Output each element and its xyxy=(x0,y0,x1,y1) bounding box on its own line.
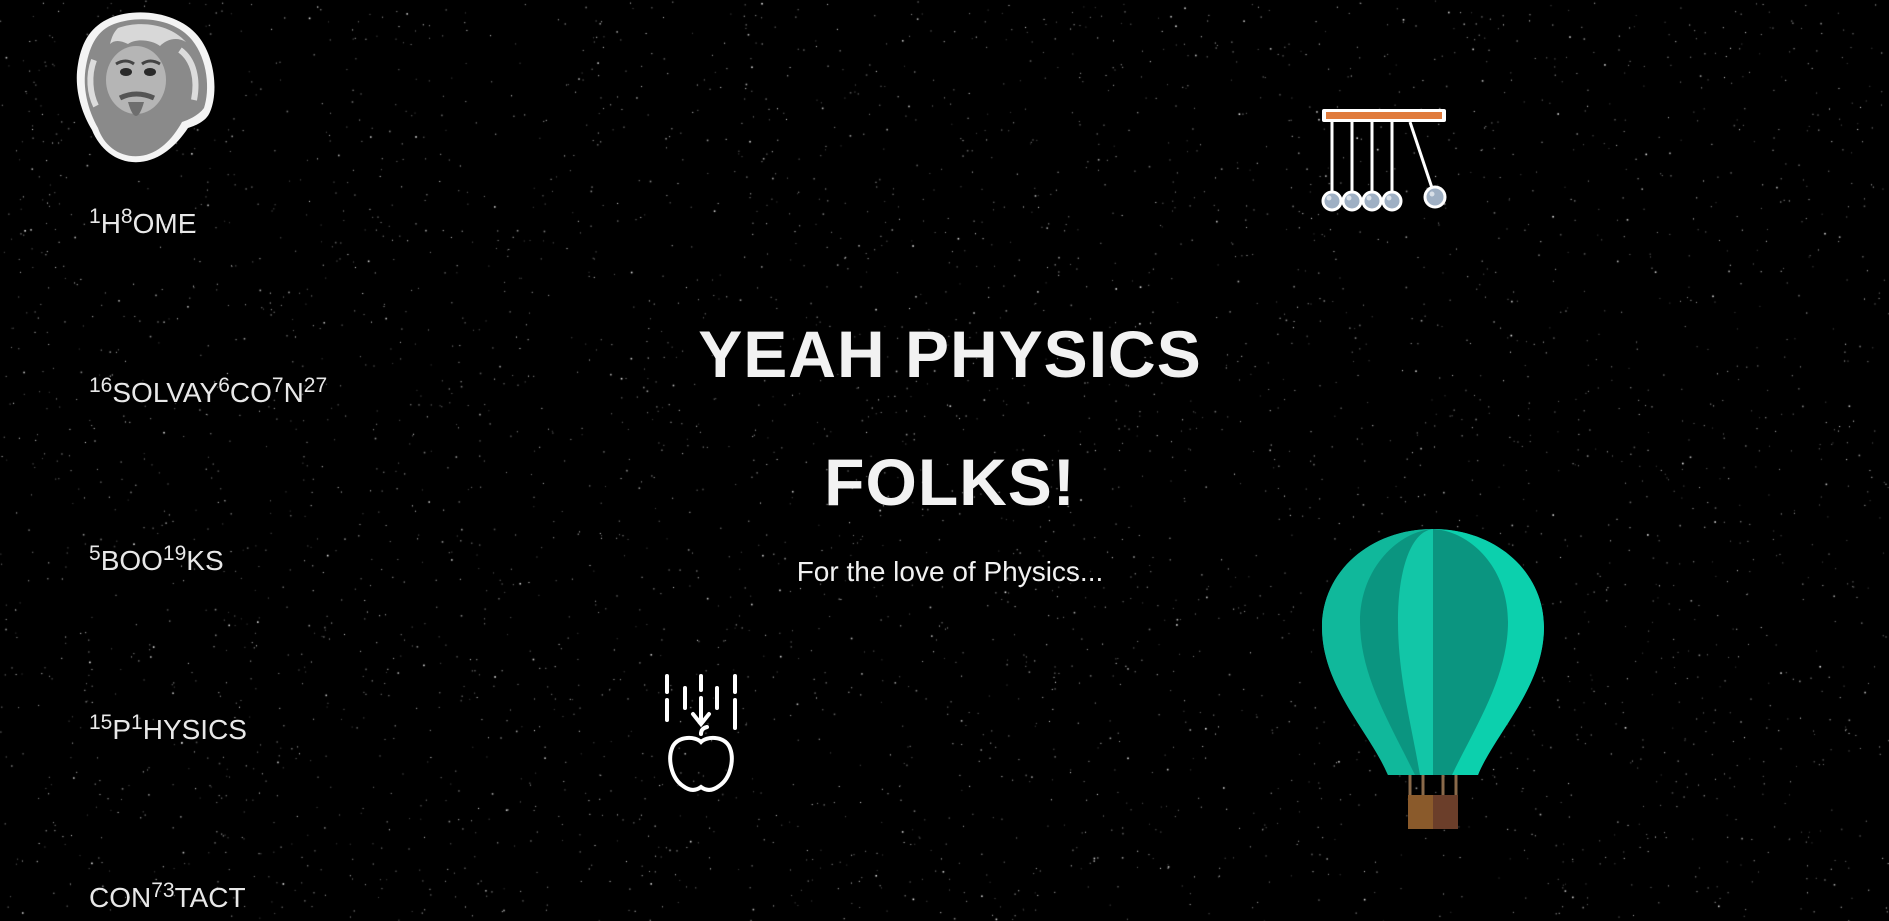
nav-home-sup-2: 8 xyxy=(120,205,133,228)
nav-solvay-sup-1: 16 xyxy=(89,374,113,397)
nav-contact-text-1: CON xyxy=(89,882,152,913)
nav-home-text-1: H xyxy=(100,208,121,239)
falling-apple-icon xyxy=(665,674,737,792)
einstein-portrait[interactable] xyxy=(70,10,220,165)
nav-solvay-sup-2: 6 xyxy=(218,374,230,397)
page: 1H8OME 16SOLVAY6CO7N27 5BOO19KS 15P1HYSI… xyxy=(0,0,1889,921)
nav-solvay-sup-3: 7 xyxy=(271,374,284,397)
hero-title: YEAH PHYSICS FOLKS! xyxy=(698,317,1202,519)
nav-books-sup-1: 5 xyxy=(89,542,101,565)
nav-contact-link[interactable]: CON73TACT xyxy=(89,880,246,913)
nav-solvay-sup-4: 27 xyxy=(303,374,328,397)
hot-air-balloon-icon xyxy=(1322,529,1544,829)
nav-physics-text-1: P xyxy=(112,714,132,745)
nav-contact-text-2: TACT xyxy=(174,882,246,913)
nav-physics-sup-1: 15 xyxy=(89,711,113,734)
nav-solvay-text-2: CO xyxy=(229,377,272,408)
nav-books-text-1: BOO xyxy=(100,545,163,576)
nav-physics-sup-2: 1 xyxy=(131,711,143,734)
nav-solvay-con-link[interactable]: 16SOLVAY6CO7N27 xyxy=(89,375,327,408)
nav-solvay-text-3: N xyxy=(283,377,304,408)
nav-physics-link[interactable]: 15P1HYSICS xyxy=(89,712,247,745)
nav-books-link[interactable]: 5BOO19KS xyxy=(89,543,224,576)
nav-books-text-2: KS xyxy=(186,545,224,576)
nav-home-sup-1: 1 xyxy=(89,205,101,228)
hero-section: YEAH PHYSICS FOLKS! For the love of Physi… xyxy=(660,290,1240,588)
nav-solvay-text-1: SOLVAY xyxy=(112,377,219,408)
nav-physics-text-2: HYSICS xyxy=(142,714,247,745)
nav-contact-sup-2: 73 xyxy=(151,879,175,902)
nav-books-sup-2: 19 xyxy=(162,542,187,565)
nav-home-text-2: OME xyxy=(132,208,197,239)
hero-subtitle: For the love of Physics... xyxy=(796,556,1104,587)
newtons-cradle-icon xyxy=(1321,109,1447,212)
nav-home-link[interactable]: 1H8OME xyxy=(89,206,197,239)
